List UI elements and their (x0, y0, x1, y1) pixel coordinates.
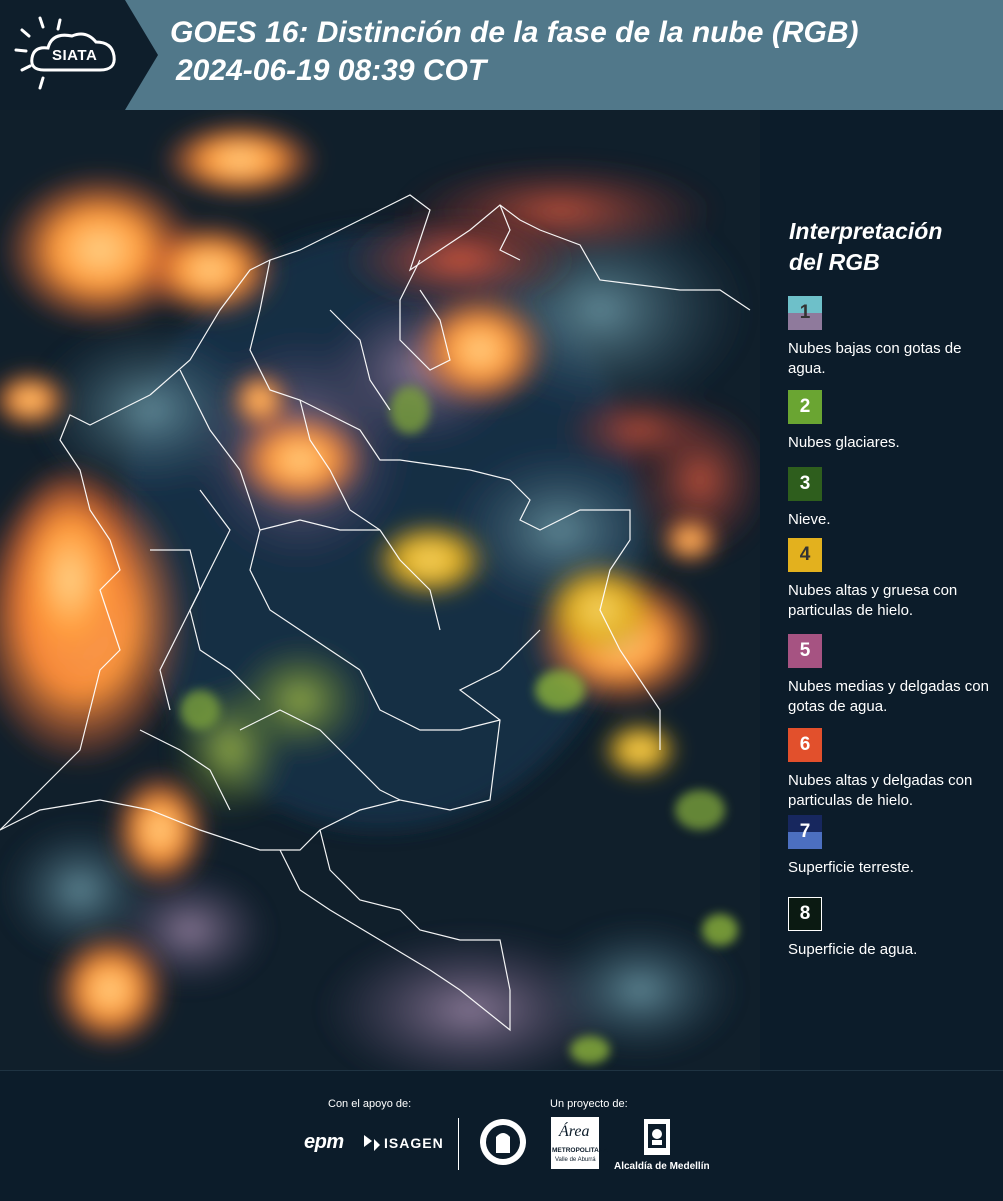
header-bar: SIATA GOES 16: Distinción de la fase de … (0, 0, 1003, 110)
shield-icon (644, 1119, 670, 1155)
legend-swatch: 3 (788, 467, 822, 501)
legend-title-line2: del RGB (789, 249, 880, 275)
legend-item-4: 4 Nubes altas y gruesa con particulas de … (788, 538, 998, 621)
legend-swatch: 1 (788, 296, 822, 330)
legend-item-8: 8 Superficie de agua. (788, 897, 998, 960)
alcaldia-shield-logo[interactable] (643, 1118, 671, 1161)
seal-logo[interactable] (478, 1117, 528, 1172)
support-label: Con el apoyo de: (328, 1098, 412, 1110)
legend-label: Nubes altas y delgadas con particulas de… (788, 772, 973, 809)
legend-label: Nubes glaciares. (788, 434, 900, 451)
alcaldia-text: Alcaldía de Medellín (614, 1161, 710, 1172)
satellite-map[interactable] (0, 110, 760, 1070)
legend-number: 1 (799, 302, 811, 323)
page-title: GOES 16: Distinción de la fase de la nub… (170, 16, 859, 49)
project-label: Un proyecto de: (550, 1098, 628, 1110)
legend-item-1: 1 Nubes bajas con gotas de agua. (788, 296, 998, 379)
legend-number: 3 (799, 473, 811, 494)
legend-label: Nubes bajas con gotas de agua. (788, 340, 962, 377)
legend-item-6: 6 Nubes altas y delgadas con particulas d… (788, 728, 998, 811)
legend-swatch: 4 (788, 538, 822, 572)
legend-title-line1: Interpretación (789, 218, 943, 244)
legend-label: Superficie de agua. (788, 941, 918, 958)
isagen-text: ISAGEN (384, 1135, 444, 1151)
area-metropolitana-logo[interactable]: Área METROPOLITANA Valle de Aburrá (551, 1117, 608, 1169)
legend-item-2: 2 Nubes glaciares. (788, 390, 998, 453)
siata-logo[interactable]: SIATA (0, 0, 160, 110)
area-logo-text: Área (559, 1123, 590, 1140)
legend-number: 2 (799, 396, 811, 417)
legend-label: Nieve. (788, 511, 831, 528)
legend-number: 5 (799, 640, 811, 661)
legend-swatch: 6 (788, 728, 822, 762)
seal-icon (480, 1119, 526, 1165)
legend-swatch: 2 (788, 390, 822, 424)
legend-label: Nubes altas y gruesa con particulas de h… (788, 582, 958, 619)
legend-title: Interpretación del RGB (789, 216, 942, 278)
legend-label: Superficie terreste. (788, 859, 914, 876)
page-timestamp: 2024-06-19 08:39 COT (176, 54, 487, 87)
legend-panel: Interpretación del RGB 1 Nubes bajas con … (760, 110, 1003, 1070)
footer-divider (458, 1118, 459, 1170)
legend-label: Nubes medias y delgadas con gotas de agu… (788, 678, 989, 715)
legend-number: 8 (799, 903, 811, 924)
legend-swatch: 5 (788, 634, 822, 668)
legend-item-7: 7 Superficie terreste. (788, 815, 998, 878)
legend-number: 6 (799, 734, 811, 755)
logo-text: SIATA (52, 47, 98, 64)
isagen-logo[interactable] (360, 1133, 382, 1158)
legend-swatch: 8 (788, 897, 822, 931)
legend-item-3: 3 Nieve. (788, 467, 998, 530)
footer-bar: Con el apoyo de: Un proyecto de: epm ISA… (0, 1070, 1003, 1201)
satellite-imagery (0, 110, 760, 1070)
isagen-mark-icon (364, 1135, 380, 1151)
area-caption: METROPOLITANA (552, 1147, 609, 1154)
legend-item-5: 5 Nubes medias y delgadas con gotas de ag… (788, 634, 998, 717)
legend-number: 4 (799, 544, 811, 565)
epm-logo[interactable]: epm (304, 1131, 344, 1154)
legend-number: 7 (799, 821, 811, 842)
legend-swatch: 7 (788, 815, 822, 849)
area-subcaption: Valle de Aburrá (555, 1157, 596, 1163)
